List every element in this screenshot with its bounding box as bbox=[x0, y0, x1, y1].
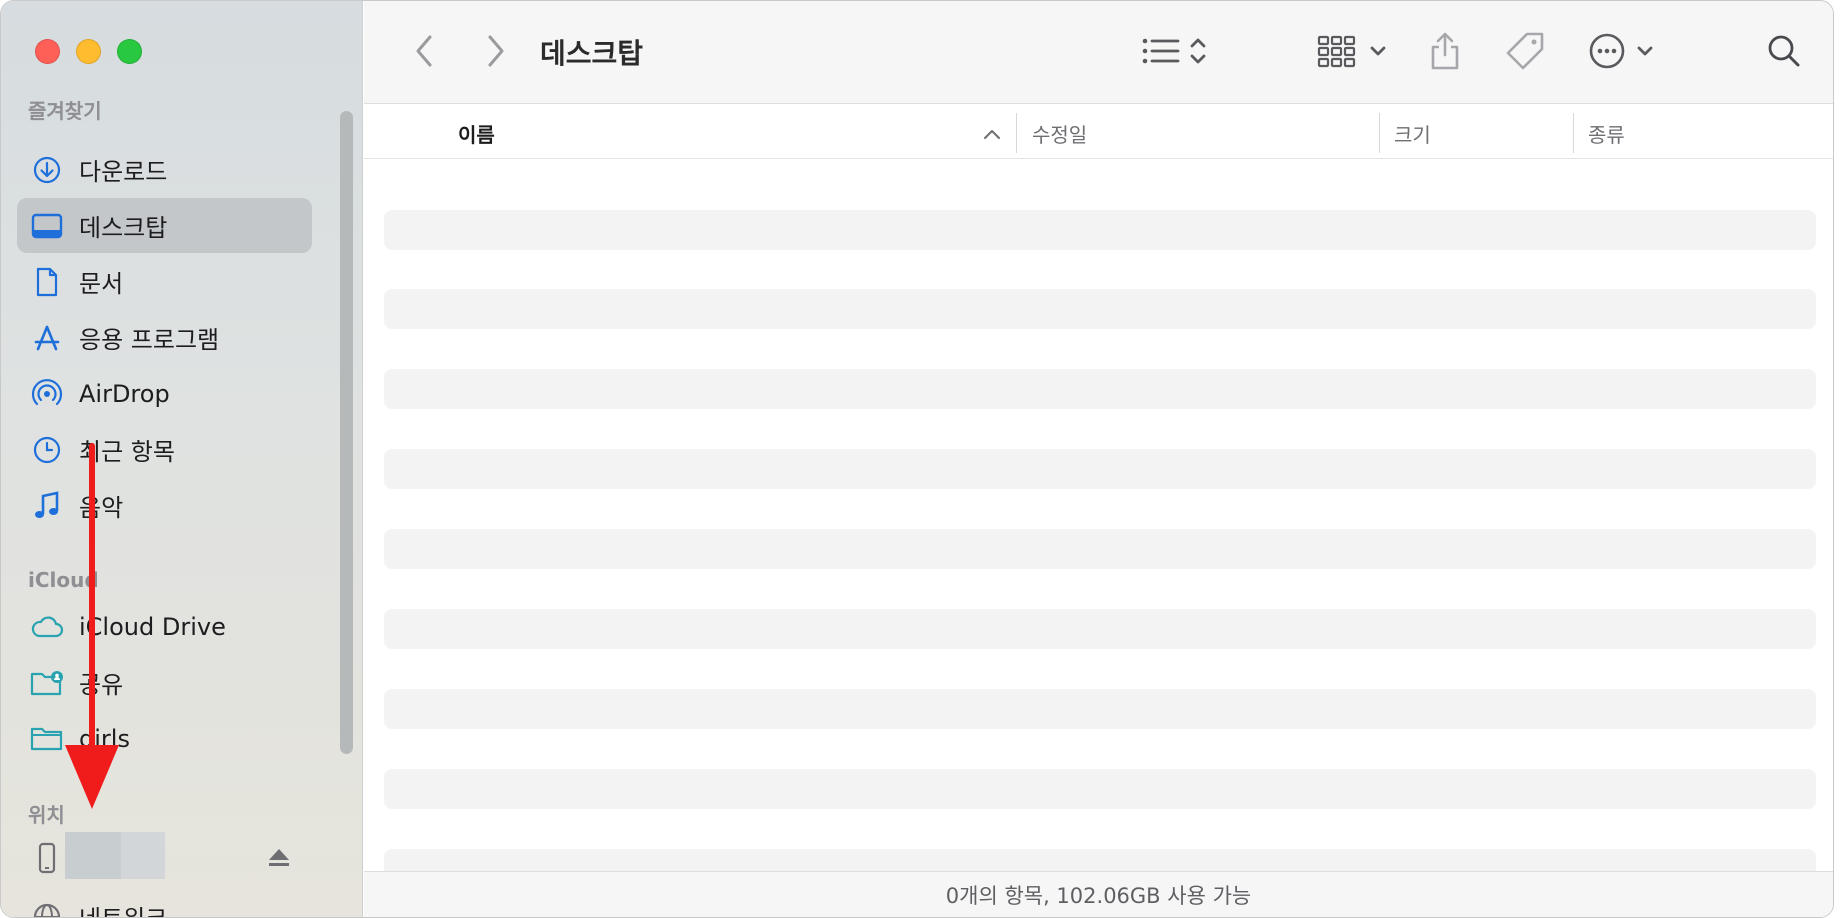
group-button[interactable] bbox=[1316, 29, 1398, 73]
search-button[interactable] bbox=[1762, 29, 1806, 73]
empty-row-stripe bbox=[384, 449, 1816, 489]
sidebar-item-label: 문서 bbox=[79, 270, 124, 298]
chevron-left-icon bbox=[416, 35, 432, 67]
sidebar-item-label: 다운로드 bbox=[79, 158, 168, 186]
clock-icon bbox=[30, 433, 64, 467]
sidebar-item-label: 데스크탑 bbox=[79, 214, 168, 242]
empty-row-stripe bbox=[384, 849, 1816, 873]
column-header: 이름 수정일 크기 종류 bbox=[364, 105, 1833, 159]
sidebar-item-label: 음악 bbox=[79, 494, 124, 522]
empty-row-stripe bbox=[384, 210, 1816, 250]
redacted-device-name-tail bbox=[121, 832, 165, 879]
empty-row-stripe bbox=[384, 609, 1816, 649]
status-bar: 0개의 항목, 102.06GB 사용 가능 bbox=[364, 871, 1833, 917]
eject-icon[interactable] bbox=[267, 846, 291, 872]
sidebar-item-label: 네트워크 bbox=[79, 899, 167, 917]
download-circle-icon bbox=[30, 153, 64, 187]
sidebar: 즐겨찾기 다운로드 데스크탑 문서 응용 프로그램 AirDrop 최근 항목 … bbox=[1, 1, 363, 917]
toolbar: 데스크탑 bbox=[364, 1, 1833, 104]
column-modified[interactable]: 수정일 bbox=[1032, 119, 1087, 148]
chevron-right-icon bbox=[488, 35, 504, 67]
window-controls bbox=[35, 39, 142, 64]
sidebar-item-airdrop[interactable]: AirDrop bbox=[17, 366, 312, 421]
empty-row-stripe bbox=[384, 289, 1816, 329]
sidebar-item-label: 최근 항목 bbox=[79, 438, 175, 466]
finder-window: 즐겨찾기 다운로드 데스크탑 문서 응용 프로그램 AirDrop 최근 항목 … bbox=[0, 0, 1834, 918]
sidebar-item-girls[interactable]: girls bbox=[17, 711, 312, 766]
empty-row-stripe bbox=[384, 369, 1816, 409]
forward-button[interactable] bbox=[476, 29, 516, 73]
sidebar-item-label: 공유 bbox=[79, 671, 124, 699]
column-divider[interactable] bbox=[1016, 113, 1017, 153]
zoom-button[interactable] bbox=[117, 39, 142, 64]
applications-icon bbox=[30, 321, 64, 355]
more-ellipsis-icon bbox=[1589, 33, 1653, 69]
globe-icon bbox=[30, 900, 64, 917]
action-menu-button[interactable] bbox=[1587, 29, 1659, 73]
column-name[interactable]: 이름 bbox=[458, 119, 495, 148]
document-icon bbox=[30, 265, 64, 299]
iphone-icon bbox=[30, 841, 64, 875]
airdrop-icon bbox=[30, 377, 64, 411]
share-icon bbox=[1431, 32, 1459, 70]
sidebar-item-recents[interactable]: 최근 항목 bbox=[17, 422, 312, 477]
share-button[interactable] bbox=[1424, 29, 1466, 73]
sidebar-item-label: AirDrop bbox=[79, 379, 170, 408]
sidebar-item-label: 응용 프로그램 bbox=[79, 326, 220, 354]
window-title: 데스크탑 bbox=[540, 37, 644, 70]
view-options-button[interactable] bbox=[1137, 29, 1217, 73]
sidebar-item-network[interactable]: 네트워크 bbox=[17, 889, 312, 917]
section-title-locations: 위치 bbox=[28, 803, 65, 827]
column-kind[interactable]: 종류 bbox=[1588, 119, 1625, 148]
tags-button[interactable] bbox=[1503, 29, 1547, 73]
empty-row-stripe bbox=[384, 769, 1816, 809]
section-title-icloud: iCloud bbox=[28, 568, 99, 592]
desktop-icon bbox=[30, 209, 64, 243]
minimize-button[interactable] bbox=[76, 39, 101, 64]
column-divider[interactable] bbox=[1379, 113, 1380, 153]
cloud-icon bbox=[30, 610, 64, 644]
sidebar-item-downloads[interactable]: 다운로드 bbox=[17, 142, 312, 197]
sidebar-item-documents[interactable]: 문서 bbox=[17, 254, 312, 309]
sidebar-item-music[interactable]: 음악 bbox=[17, 478, 312, 533]
sidebar-item-desktop[interactable]: 데스크탑 bbox=[17, 198, 312, 253]
sidebar-item-label: iCloud Drive bbox=[79, 612, 226, 641]
section-title-favorites: 즐겨찾기 bbox=[28, 99, 102, 123]
sidebar-item-icloud-drive[interactable]: iCloud Drive bbox=[17, 599, 312, 654]
file-list[interactable] bbox=[364, 160, 1833, 873]
grid-group-icon bbox=[1317, 35, 1386, 68]
sidebar-scrollbar[interactable] bbox=[340, 111, 353, 754]
column-divider[interactable] bbox=[1573, 113, 1574, 153]
tag-icon bbox=[1506, 32, 1544, 70]
column-size[interactable]: 크기 bbox=[1394, 119, 1431, 148]
back-button[interactable] bbox=[404, 29, 444, 73]
sidebar-item-applications[interactable]: 응용 프로그램 bbox=[17, 310, 312, 365]
list-view-icon bbox=[1142, 38, 1206, 64]
status-text: 0개의 항목, 102.06GB 사용 가능 bbox=[945, 883, 1252, 908]
sort-ascending-icon[interactable] bbox=[983, 125, 1001, 144]
sidebar-item-shared[interactable]: 공유 bbox=[17, 655, 312, 710]
shared-folder-icon bbox=[30, 666, 64, 700]
close-button[interactable] bbox=[35, 39, 60, 64]
sidebar-item-label: girls bbox=[79, 724, 130, 753]
folder-icon bbox=[30, 722, 64, 756]
music-note-icon bbox=[30, 489, 64, 523]
empty-row-stripe bbox=[384, 689, 1816, 729]
empty-row-stripe bbox=[384, 529, 1816, 569]
search-icon bbox=[1768, 35, 1800, 67]
